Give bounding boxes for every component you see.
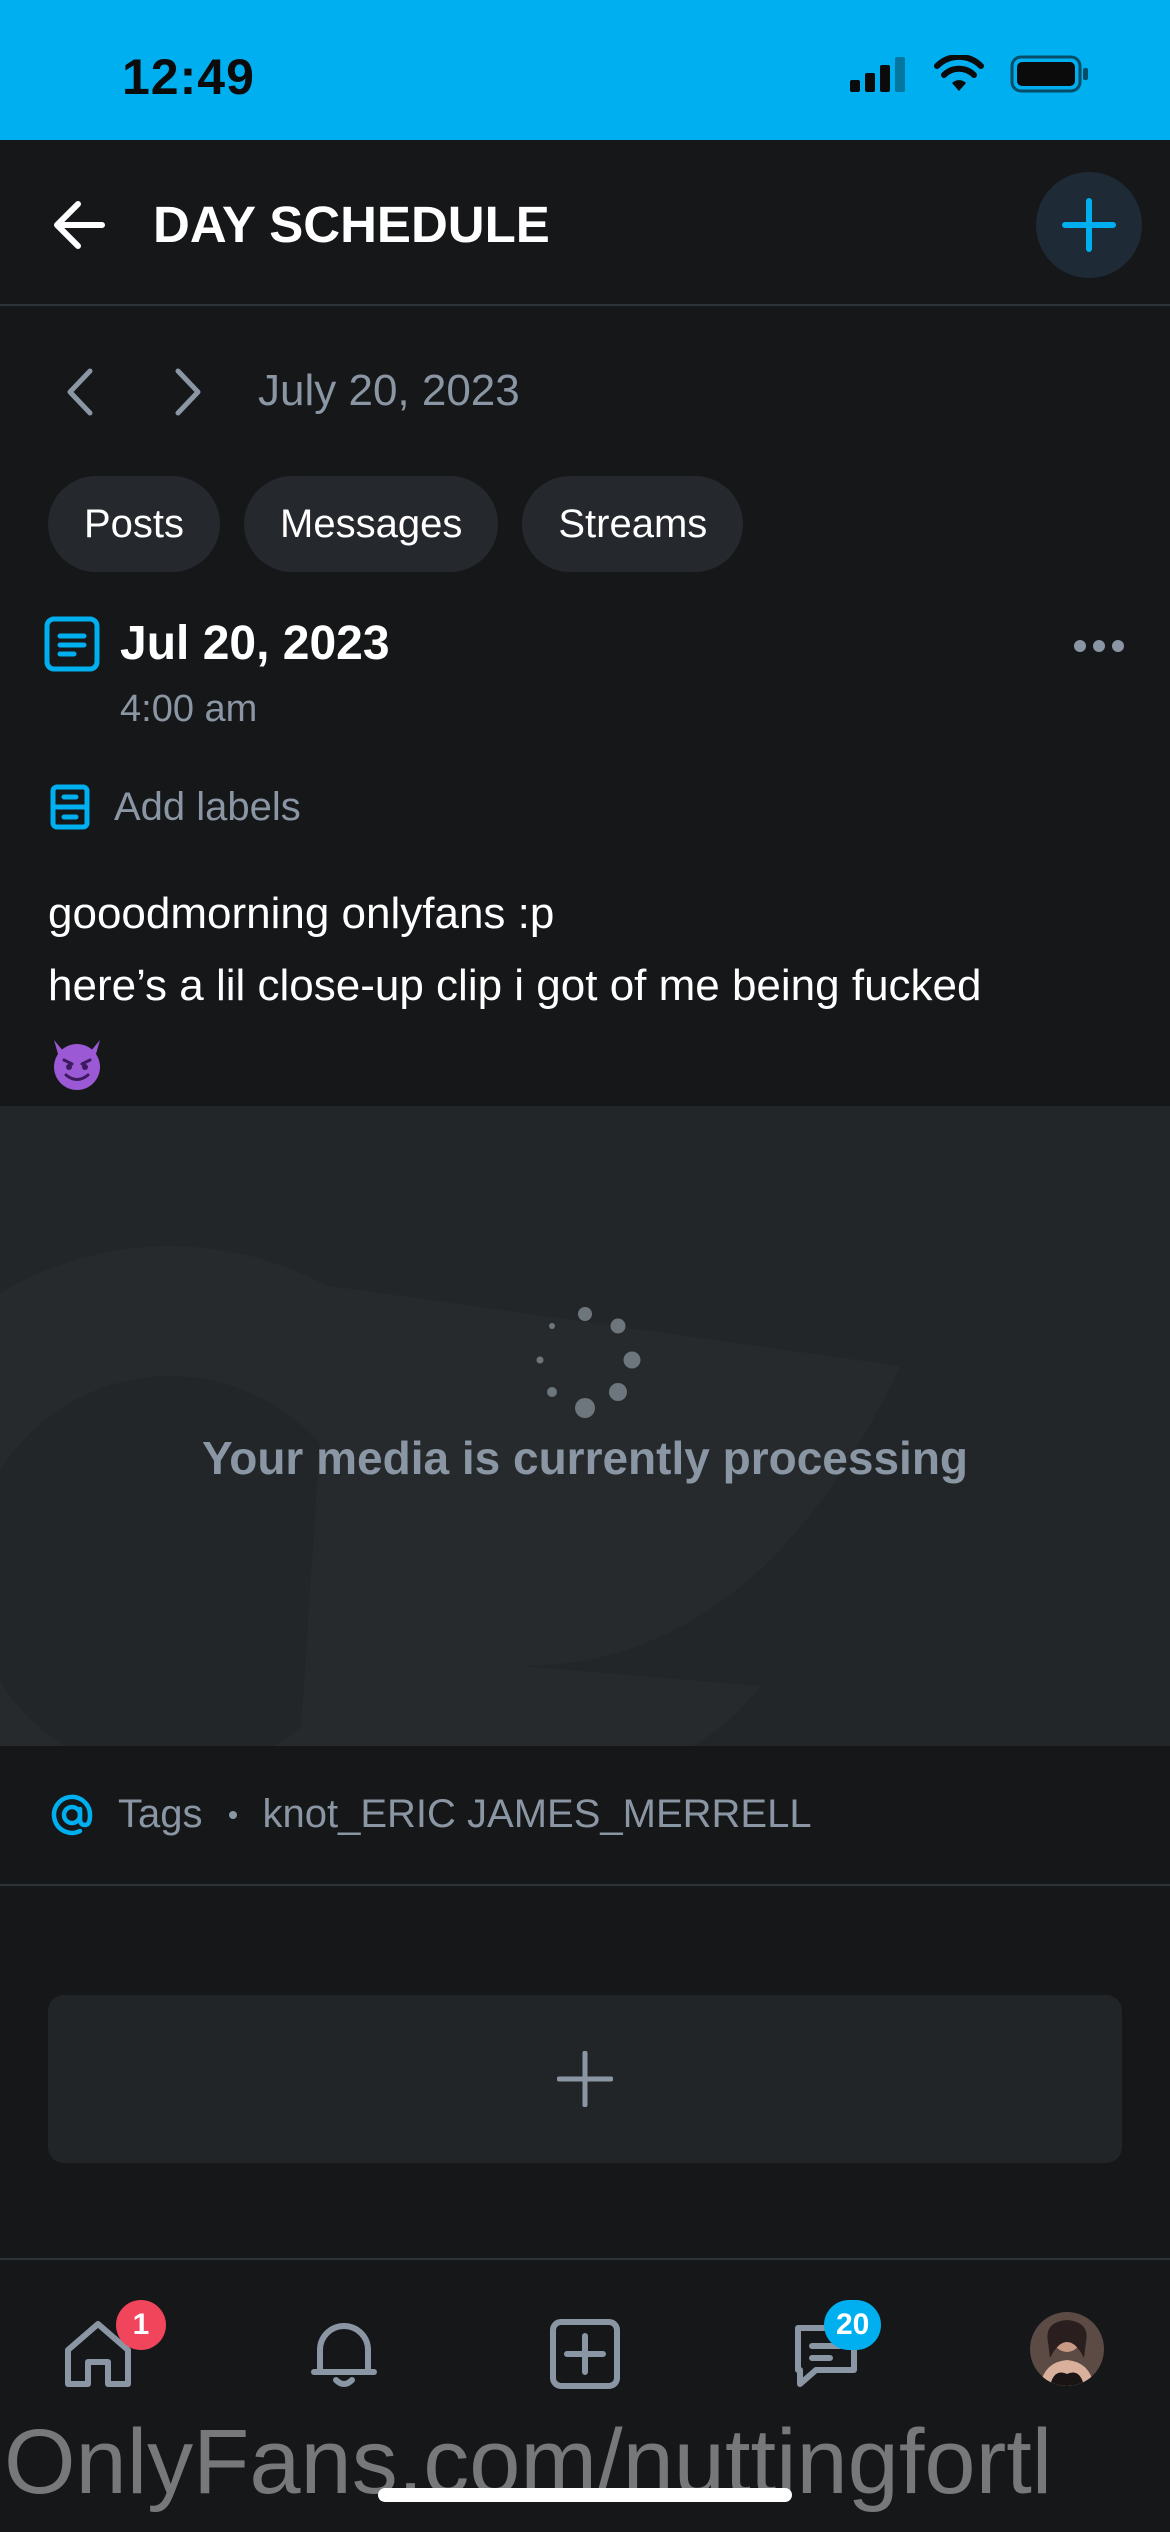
post-text-line: here’s a lil close-up clip i got of me b…: [48, 961, 982, 1010]
chevron-left-icon: [67, 368, 93, 416]
add-square-icon: [550, 2319, 620, 2389]
app-header: DAY SCHEDULE: [0, 140, 1170, 306]
profile-avatar[interactable]: [1030, 2312, 1104, 2386]
nav-home[interactable]: 1: [48, 2300, 166, 2404]
filter-messages[interactable]: Messages: [244, 476, 499, 572]
post-type-icon: [44, 616, 100, 672]
separator-dot: [228, 1810, 237, 1819]
filter-streams[interactable]: Streams: [522, 476, 744, 572]
back-arrow-icon: [54, 201, 105, 249]
scheduled-post-header: Jul 20, 2023 4:00 am: [44, 612, 1134, 752]
bell-icon: [311, 2323, 377, 2387]
nav-notifications[interactable]: [294, 2304, 394, 2404]
home-notification-badge: 1: [116, 2300, 166, 2350]
add-labels-label: Add labels: [114, 784, 301, 829]
filter-posts[interactable]: Posts: [48, 476, 221, 572]
add-labels-button[interactable]: Add labels: [50, 784, 301, 830]
post-time: 4:00 am: [120, 688, 258, 730]
tags-content[interactable]: Tags knot_ERIC JAMES_MERRELL: [50, 1792, 812, 1837]
back-button[interactable]: [46, 192, 112, 258]
tags-label: Tags: [118, 1792, 203, 1836]
smiling-devil-emoji: [54, 1040, 100, 1091]
status-icons: [850, 55, 1090, 93]
plus-icon: [557, 2051, 613, 2107]
media-processing-message: Your media is currently processing: [201, 1432, 969, 1484]
nav-messages[interactable]: 20: [776, 2300, 882, 2404]
battery-icon: [1010, 55, 1088, 93]
label-icon: [50, 784, 90, 830]
current-date-label[interactable]: July 20, 2023: [258, 366, 520, 416]
avatar-image: [1030, 2312, 1104, 2386]
wifi-icon: [934, 55, 984, 91]
status-bar: 12:49: [0, 0, 1170, 140]
next-day-button[interactable]: [158, 362, 218, 422]
home-indicator: [378, 2488, 792, 2502]
more-dots-icon: [1074, 640, 1124, 652]
loading-spinner-icon: [536, 1307, 641, 1418]
post-text-line: gooodmorning onlyfans :p: [48, 889, 555, 938]
date-navigation: July 20, 2023: [0, 348, 1170, 438]
signal-icon: [850, 57, 905, 92]
add-schedule-button[interactable]: [1036, 172, 1142, 278]
filter-chips: Posts Messages Streams: [48, 476, 744, 572]
page-title: DAY SCHEDULE: [153, 196, 550, 253]
tagged-user: knot_ERIC JAMES_MERRELL: [262, 1792, 812, 1836]
nav-create[interactable]: [535, 2304, 635, 2404]
more-options-button[interactable]: [1064, 626, 1134, 666]
plus-icon: [1062, 198, 1116, 252]
add-post-button[interactable]: [48, 1995, 1122, 2163]
messages-count-badge: 20: [824, 2300, 882, 2350]
previous-day-button[interactable]: [50, 362, 110, 422]
at-sign-icon: [51, 1794, 93, 1835]
tags-row: Tags knot_ERIC JAMES_MERRELL: [0, 1746, 1170, 1886]
status-time: 12:49: [122, 49, 255, 105]
chevron-right-icon: [175, 368, 201, 416]
post-text: gooodmorning onlyfans :p here’s a lil cl…: [48, 878, 1128, 1094]
post-date: Jul 20, 2023: [120, 617, 390, 670]
media-preview: Your media is currently processing: [0, 1106, 1170, 1746]
